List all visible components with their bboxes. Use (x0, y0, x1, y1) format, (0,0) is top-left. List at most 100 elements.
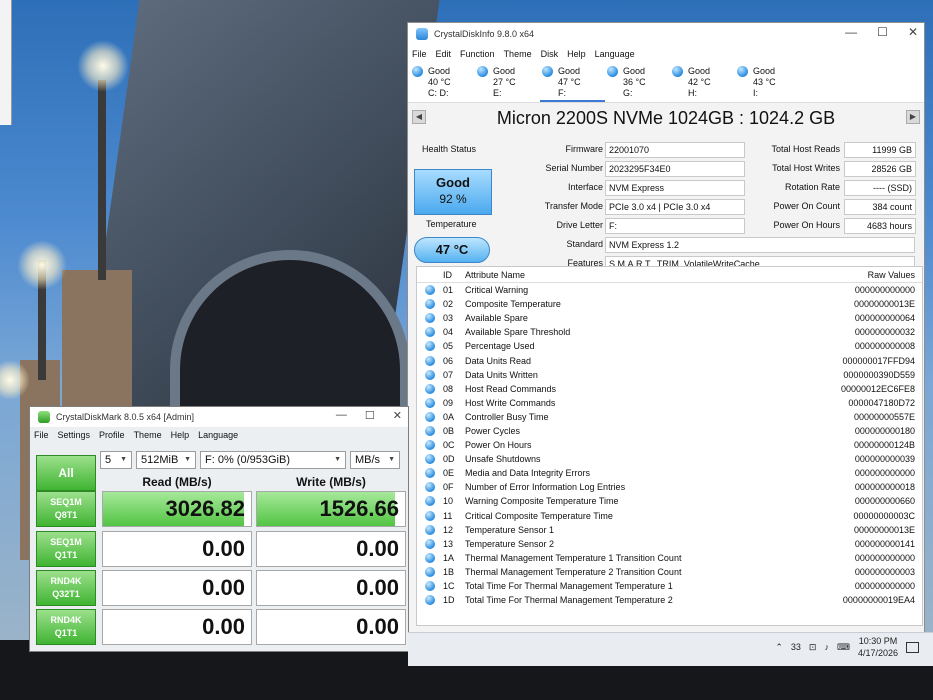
crystaldiskmark-window: CrystalDiskMark 8.0.5 x64 [Admin] — ☐ ✕ … (29, 406, 409, 652)
test-size-select[interactable]: 512MiB ▼ (136, 451, 196, 469)
volume-icon[interactable]: ♪ (824, 642, 829, 652)
smart-row[interactable]: 1B Thermal Management Temperature 2 Trans… (417, 565, 922, 579)
menu-function[interactable]: Function (460, 49, 495, 59)
column-header-id[interactable]: ID (443, 270, 465, 280)
standard-label: Standard (566, 239, 603, 249)
drive-tab-selected[interactable]: Good 47 °C F: (540, 63, 605, 102)
total-host-writes-value: 28526 GB (844, 161, 916, 177)
test-count-select[interactable]: 5 ▼ (100, 451, 132, 469)
health-dot-icon (672, 66, 683, 77)
chevron-up-icon[interactable]: ⌃ (775, 642, 783, 653)
menu-settings[interactable]: Settings (58, 430, 91, 440)
smart-row[interactable]: 1C Total Time For Thermal Management Temp… (417, 579, 922, 593)
clock[interactable]: 10:30 PM 4/17/2026 (858, 635, 898, 659)
menu-language[interactable]: Language (198, 430, 238, 440)
maximize-icon[interactable]: ☐ (877, 25, 888, 39)
maximize-icon[interactable]: ☐ (365, 409, 375, 422)
attribute-name: Host Read Commands (465, 383, 557, 394)
menu-disk[interactable]: Disk (541, 49, 559, 59)
close-icon[interactable]: ✕ (393, 409, 402, 422)
smart-row[interactable]: 03 Available Spare 000000000064 (417, 311, 922, 325)
attribute-id: 04 (443, 327, 454, 338)
language-icon[interactable]: ⌨ (837, 642, 850, 653)
drive-tab[interactable]: Good 27 °C E: (475, 63, 540, 102)
attribute-id: 01 (443, 285, 454, 296)
attribute-name: Warning Composite Temperature Time (465, 496, 619, 507)
attribute-id: 10 (443, 496, 454, 507)
menu-file[interactable]: File (412, 49, 427, 59)
total-host-writes-label: Total Host Writes (772, 163, 840, 173)
smart-attributes-table[interactable]: ID Attribute Name Raw Values 01 Critical … (416, 266, 923, 626)
drive-tab[interactable]: Good 40 °C C: D: (410, 63, 475, 102)
minimize-icon[interactable]: — (845, 25, 857, 39)
smart-row[interactable]: 05 Percentage Used 000000000008 (417, 339, 922, 353)
temperature-badge[interactable]: 47 °C (414, 237, 490, 263)
power-on-hours-value: 4683 hours (844, 218, 916, 234)
test-button[interactable]: RND4K Q32T1 (36, 570, 96, 606)
menu-edit[interactable]: Edit (436, 49, 452, 59)
smart-row[interactable]: 0C Power On Hours 00000000124B (417, 438, 922, 452)
prev-disk-icon[interactable]: ◀ (412, 110, 426, 124)
test-button[interactable]: SEQ1M Q8T1 (36, 491, 96, 527)
test-button[interactable]: RND4K Q1T1 (36, 609, 96, 645)
smart-row[interactable]: 1D Total Time For Thermal Management Temp… (417, 593, 922, 607)
all-tests-button[interactable]: All (36, 455, 96, 491)
smart-row[interactable]: 11 Critical Composite Temperature Time 000… (417, 509, 922, 523)
status-dot-icon (417, 524, 443, 535)
network-icon[interactable]: ⊡ (809, 642, 817, 653)
smart-row[interactable]: 0B Power Cycles 000000000180 (417, 424, 922, 438)
smart-row[interactable]: 12 Temperature Sensor 1 00000000013E (417, 523, 922, 537)
menu-theme[interactable]: Theme (134, 430, 162, 440)
status-dot-icon (417, 581, 443, 592)
drive-tab[interactable]: Good 42 °C H: (670, 63, 735, 102)
column-header-attribute[interactable]: Attribute Name (465, 270, 775, 280)
smart-row[interactable]: 1A Thermal Management Temperature 1 Trans… (417, 551, 922, 565)
notification-icon[interactable] (906, 641, 919, 653)
smart-row[interactable]: 01 Critical Warning 000000000000 (417, 283, 922, 297)
smart-row[interactable]: 10 Warning Composite Temperature Time 0000… (417, 494, 922, 508)
attribute-name: Critical Composite Temperature Time (465, 510, 613, 521)
test-button[interactable]: SEQ1M Q1T1 (36, 531, 96, 567)
smart-row[interactable]: 13 Temperature Sensor 2 000000000141 (417, 537, 922, 551)
smart-row[interactable]: 04 Available Spare Threshold 000000000032 (417, 325, 922, 339)
smart-row[interactable]: 06 Data Units Read 000000017FFD94 (417, 353, 922, 367)
health-dot-icon (477, 66, 488, 77)
firmware-value: 22001070 (605, 142, 745, 158)
smart-row[interactable]: 0A Controller Busy Time 00000000557E (417, 410, 922, 424)
street-lamp (98, 80, 106, 280)
smart-row[interactable]: 0F Number of Error Information Log Entrie… (417, 480, 922, 494)
attribute-raw-value: 00000012EC6FE8 (840, 383, 915, 394)
next-disk-icon[interactable]: ▶ (906, 110, 920, 124)
attribute-id: 1D (443, 595, 455, 606)
attribute-name: Data Units Read (465, 355, 532, 366)
write-result: 0.00 (256, 609, 406, 645)
system-tray: ⌃ 33 ⊡ ♪ ⌨ 10:30 PM 4/17/2026 (775, 635, 919, 659)
column-header-raw[interactable]: Raw Values (775, 270, 915, 280)
menu-file[interactable]: File (34, 430, 49, 440)
smart-row[interactable]: 0D Unsafe Shutdowns 000000000039 (417, 452, 922, 466)
read-result: 0.00 (102, 570, 252, 606)
menu-profile[interactable]: Profile (99, 430, 125, 440)
close-icon[interactable]: ✕ (908, 25, 918, 39)
smart-row[interactable]: 02 Composite Temperature 00000000013E (417, 297, 922, 311)
menu-help[interactable]: Help (171, 430, 190, 440)
attribute-id: 0A (443, 411, 455, 422)
menu-theme[interactable]: Theme (504, 49, 532, 59)
unit-select[interactable]: MB/s ▼ (350, 451, 400, 469)
smart-row[interactable]: 0E Media and Data Integrity Errors 0000000… (417, 466, 922, 480)
smart-row[interactable]: 07 Data Units Written 0000000390D559 (417, 368, 922, 382)
test-drive-select[interactable]: F: 0% (0/953GiB) ▼ (200, 451, 346, 469)
drive-tab[interactable]: Good 43 °C I: (735, 63, 800, 102)
health-status-badge[interactable]: Good 92 % (414, 169, 492, 215)
menu-language[interactable]: Language (595, 49, 635, 59)
chevron-down-icon: ▼ (184, 456, 191, 463)
attribute-id: 0F (443, 482, 454, 493)
smart-row[interactable]: 09 Host Write Commands 0000047180D72 (417, 396, 922, 410)
minimize-icon[interactable]: — (336, 409, 347, 422)
menu-help[interactable]: Help (567, 49, 586, 59)
smart-row[interactable]: 08 Host Read Commands 00000012EC6FE8 (417, 382, 922, 396)
cdi-title-bar[interactable]: CrystalDiskInfo 9.8.0 x64 — ☐ ✕ (408, 23, 924, 45)
interface-label: Interface (567, 182, 603, 192)
drive-tab[interactable]: Good 36 °C G: (605, 63, 670, 102)
cdm-title-bar[interactable]: CrystalDiskMark 8.0.5 x64 [Admin] — ☐ ✕ (30, 407, 408, 427)
